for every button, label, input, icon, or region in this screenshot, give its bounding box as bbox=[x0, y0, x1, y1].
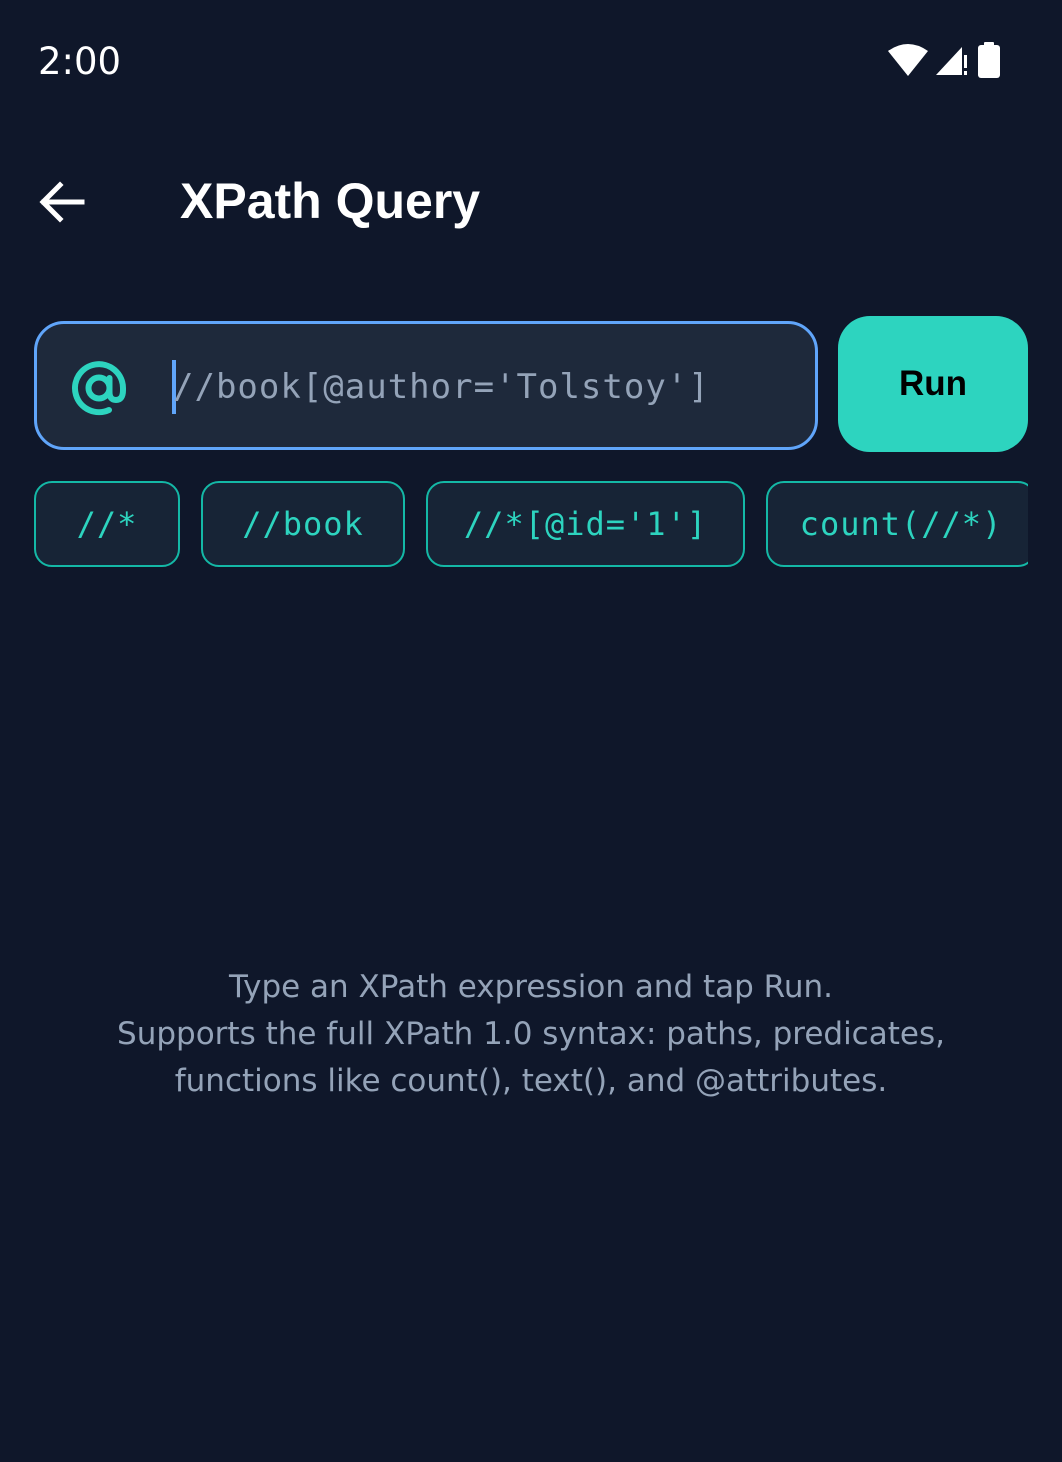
help-line: Supports the full XPath 1.0 syntax: path… bbox=[117, 1016, 945, 1052]
suggestion-chips: //* //book //*[@id='1'] count(//*) bbox=[34, 481, 1028, 571]
help-text: Type an XPath expression and tap Run. Su… bbox=[0, 964, 1062, 1105]
app-bar: XPath Query bbox=[0, 150, 1062, 254]
arrow-left-icon bbox=[39, 181, 85, 223]
suggestion-chip[interactable]: //*[@id='1'] bbox=[426, 481, 745, 567]
status-time: 2:00 bbox=[38, 40, 122, 83]
at-sign-icon bbox=[72, 361, 126, 416]
xpath-input[interactable] bbox=[173, 352, 793, 422]
query-field[interactable] bbox=[34, 321, 818, 450]
battery-icon bbox=[978, 42, 1000, 78]
back-button[interactable] bbox=[30, 172, 94, 232]
help-line: functions like count(), text(), and @att… bbox=[174, 1063, 888, 1099]
suggestion-chip[interactable]: //book bbox=[201, 481, 405, 567]
cellular-signal-icon bbox=[936, 47, 967, 75]
help-line: Type an XPath expression and tap Run. bbox=[229, 969, 833, 1005]
run-button[interactable]: Run bbox=[838, 316, 1028, 452]
wifi-icon bbox=[888, 44, 928, 76]
status-bar: 2:00 bbox=[0, 0, 1062, 120]
status-icons bbox=[888, 40, 1002, 80]
suggestion-chip[interactable]: count(//*) bbox=[766, 481, 1028, 567]
page-title: XPath Query bbox=[180, 173, 481, 229]
suggestion-chip[interactable]: //* bbox=[34, 481, 180, 567]
